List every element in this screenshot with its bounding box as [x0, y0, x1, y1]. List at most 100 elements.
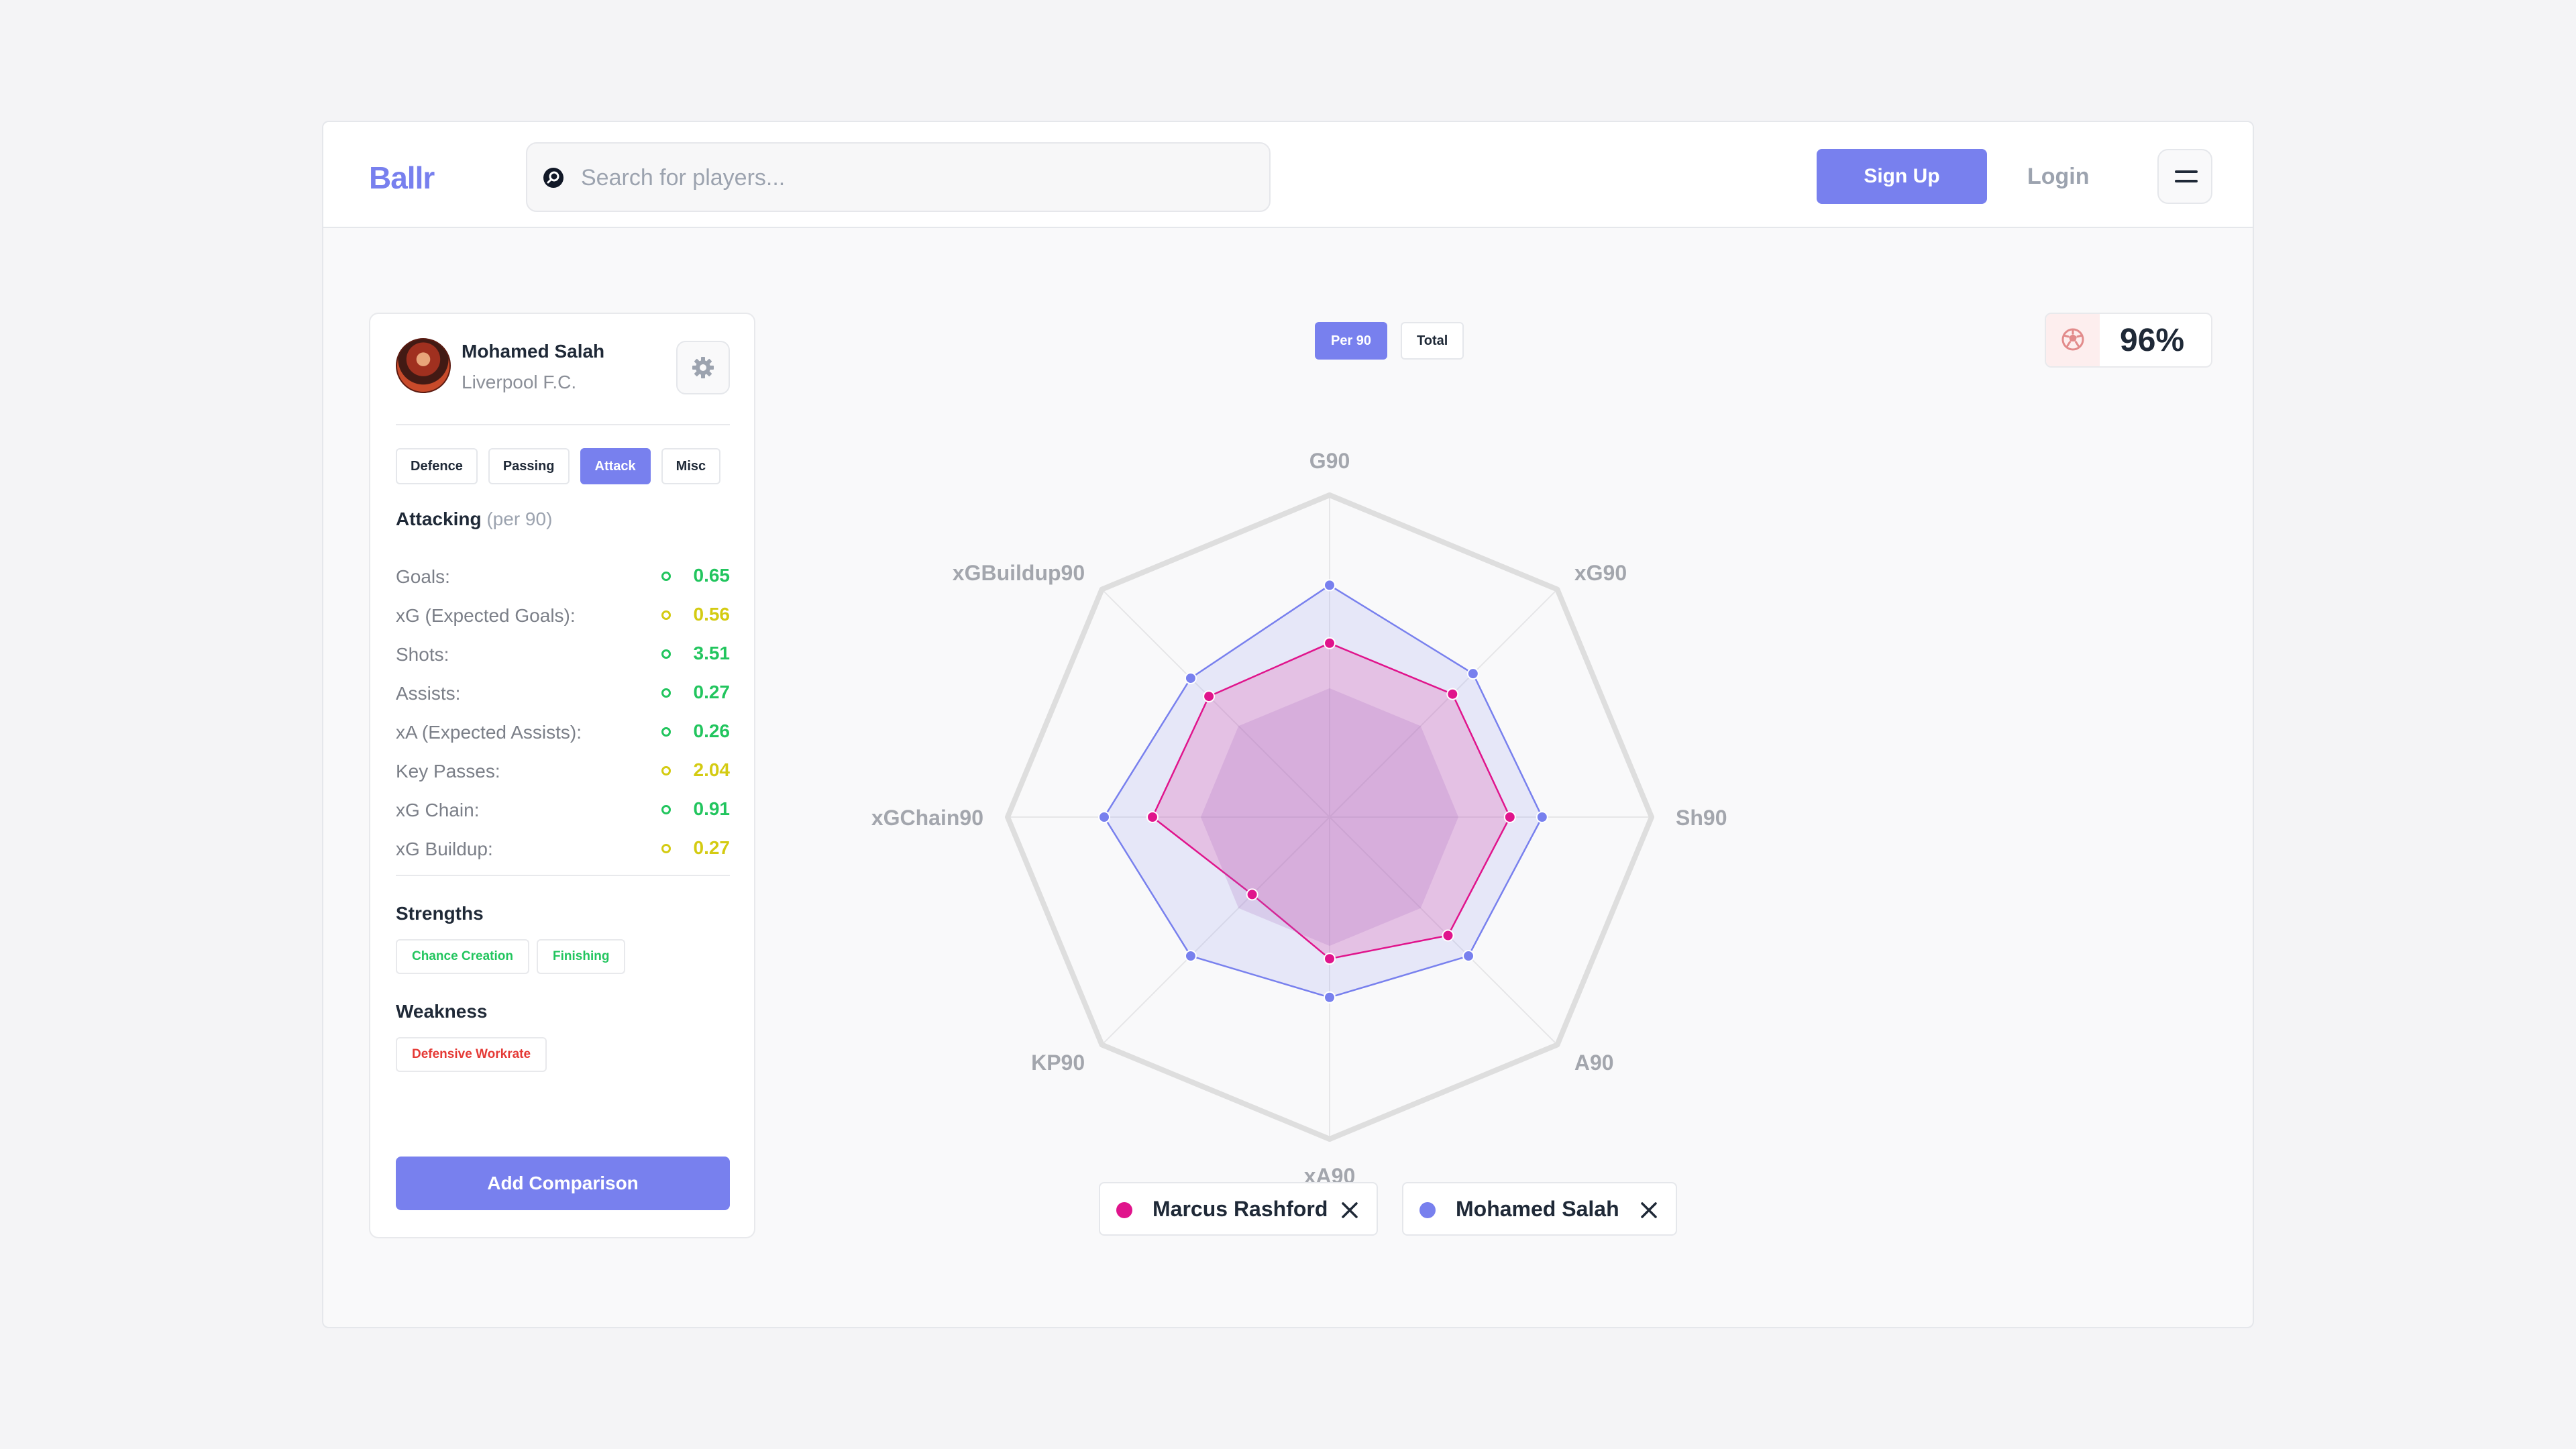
menu-button[interactable]	[2157, 149, 2212, 204]
radar-axis-label: Sh90	[1676, 806, 1727, 830]
stat-label: Goals:	[396, 566, 450, 587]
stat-row-xg-buildup: xG Buildup: 0.27	[396, 830, 730, 869]
radar-point-rashford	[1324, 637, 1336, 649]
radar-point-rashford	[1246, 888, 1258, 901]
radar-axis-label: xGBuildup90	[953, 561, 1085, 585]
sign-up-button[interactable]: Sign Up	[1817, 149, 1987, 204]
stat-label: xG Chain:	[396, 800, 480, 820]
logo[interactable]: Ballr	[369, 160, 435, 196]
stats-list: Goals: 0.65 xG (Expected Goals): 0.56 Shot…	[396, 558, 730, 869]
legend-label: Marcus Rashford	[1152, 1197, 1328, 1221]
football-icon	[2061, 328, 2084, 351]
search-icon	[543, 168, 564, 188]
rating-indicator	[661, 610, 671, 620]
radar-axis-label: A90	[1574, 1051, 1614, 1075]
radar-point-salah	[1324, 991, 1336, 1004]
score-badge: 96%	[2045, 313, 2212, 368]
login-link[interactable]: Login	[2027, 164, 2090, 190]
rating-indicator	[661, 766, 671, 775]
tab-attack[interactable]: Attack	[580, 448, 651, 484]
radar-point-rashford	[1146, 811, 1159, 823]
radar-point-salah	[1466, 667, 1479, 680]
radar-point-rashford	[1442, 929, 1454, 942]
radar-chart: G90xG90Sh90A90xA90KP90xGChain90xGBuildup…	[871, 449, 1727, 1188]
radar-point-salah	[1184, 950, 1197, 963]
stat-label: xA (Expected Assists):	[396, 722, 582, 743]
radar-axis-label: xG90	[1574, 561, 1627, 585]
stat-value: 2.04	[693, 759, 731, 780]
rating-indicator	[661, 844, 671, 853]
divider	[396, 424, 730, 425]
stat-category-tabs: Defence Passing Attack Misc	[396, 448, 721, 484]
radar-point-salah	[1184, 672, 1197, 684]
search-bar[interactable]	[526, 142, 1271, 212]
score-icon-box	[2046, 314, 2100, 366]
stat-label: xG Buildup:	[396, 839, 493, 859]
app-window: Ballr Sign Up Login Mohamed Salah Liverp…	[322, 121, 2254, 1328]
tab-misc[interactable]: Misc	[661, 448, 721, 484]
stat-value: 0.56	[693, 604, 731, 625]
radar-axis-label: KP90	[1031, 1051, 1085, 1075]
weakness-title: Weakness	[396, 1001, 488, 1022]
radar-series-baseline	[1201, 688, 1458, 946]
legend-dot	[1419, 1202, 1436, 1218]
stat-row-key-passes: Key Passes: 2.04	[396, 753, 730, 792]
avatar	[396, 338, 451, 393]
stat-row-goals: Goals: 0.65	[396, 558, 730, 597]
radar-point-salah	[1536, 811, 1548, 823]
player-stats-card: Mohamed Salah Liverpool F.C. Defence Pas…	[369, 313, 755, 1238]
stat-row-xg-chain: xG Chain: 0.91	[396, 792, 730, 830]
legend-item-rashford: Marcus Rashford	[1099, 1182, 1378, 1236]
legend-label: Mohamed Salah	[1456, 1197, 1619, 1221]
gear-icon	[692, 357, 714, 378]
stat-row-shots: Shots: 3.51	[396, 636, 730, 675]
stat-label: Assists:	[396, 683, 461, 704]
stat-value: 0.27	[693, 837, 731, 858]
section-title: Attacking (per 90)	[396, 508, 552, 530]
stat-value: 3.51	[693, 643, 731, 663]
radar-axis-label: xGChain90	[871, 806, 983, 830]
radar-point-rashford	[1503, 811, 1516, 823]
stat-value: 0.65	[693, 565, 731, 586]
radar-point-salah	[1462, 950, 1475, 963]
stat-label: Key Passes:	[396, 761, 500, 782]
player-name: Mohamed Salah	[462, 341, 605, 362]
radar-point-rashford	[1446, 688, 1459, 700]
radar-point-salah	[1324, 579, 1336, 592]
stat-row-assists: Assists: 0.27	[396, 675, 730, 714]
stat-row-xa: xA (Expected Assists): 0.26	[396, 714, 730, 753]
settings-button[interactable]	[676, 341, 730, 394]
player-club: Liverpool F.C.	[462, 372, 577, 392]
close-icon[interactable]	[1637, 1198, 1661, 1222]
strengths-title: Strengths	[396, 903, 484, 924]
top-navbar: Ballr Sign Up Login	[323, 122, 2253, 228]
radar-point-rashford	[1324, 953, 1336, 965]
score-value: 96%	[2120, 323, 2185, 358]
divider	[396, 875, 730, 876]
section-subtitle: (per 90)	[486, 508, 553, 529]
menu-icon	[2175, 170, 2198, 173]
add-comparison-button[interactable]: Add Comparison	[396, 1157, 730, 1210]
radar-point-rashford	[1203, 690, 1216, 703]
strength-tag: Chance Creation	[396, 939, 529, 974]
total-toggle[interactable]: Total	[1401, 322, 1464, 360]
stat-row-xg: xG (Expected Goals): 0.56	[396, 597, 730, 636]
weakness-tag: Defensive Workrate	[396, 1037, 547, 1072]
radar-point-salah	[1098, 811, 1110, 823]
rating-indicator	[661, 688, 671, 698]
tab-defence[interactable]: Defence	[396, 448, 478, 484]
legend-dot	[1116, 1202, 1132, 1218]
per-90-toggle[interactable]: Per 90	[1315, 322, 1388, 360]
stat-value: 0.27	[693, 682, 731, 702]
rating-indicator	[661, 727, 671, 737]
strength-tag: Finishing	[537, 939, 626, 974]
radar-axis-label: G90	[1309, 449, 1350, 473]
rating-indicator	[661, 649, 671, 659]
rating-indicator	[661, 572, 671, 581]
section-title-text: Attacking	[396, 508, 482, 529]
close-icon[interactable]	[1338, 1198, 1362, 1222]
menu-icon	[2175, 180, 2198, 182]
search-input[interactable]	[581, 158, 1252, 197]
stat-label: xG (Expected Goals):	[396, 605, 576, 626]
tab-passing[interactable]: Passing	[488, 448, 570, 484]
